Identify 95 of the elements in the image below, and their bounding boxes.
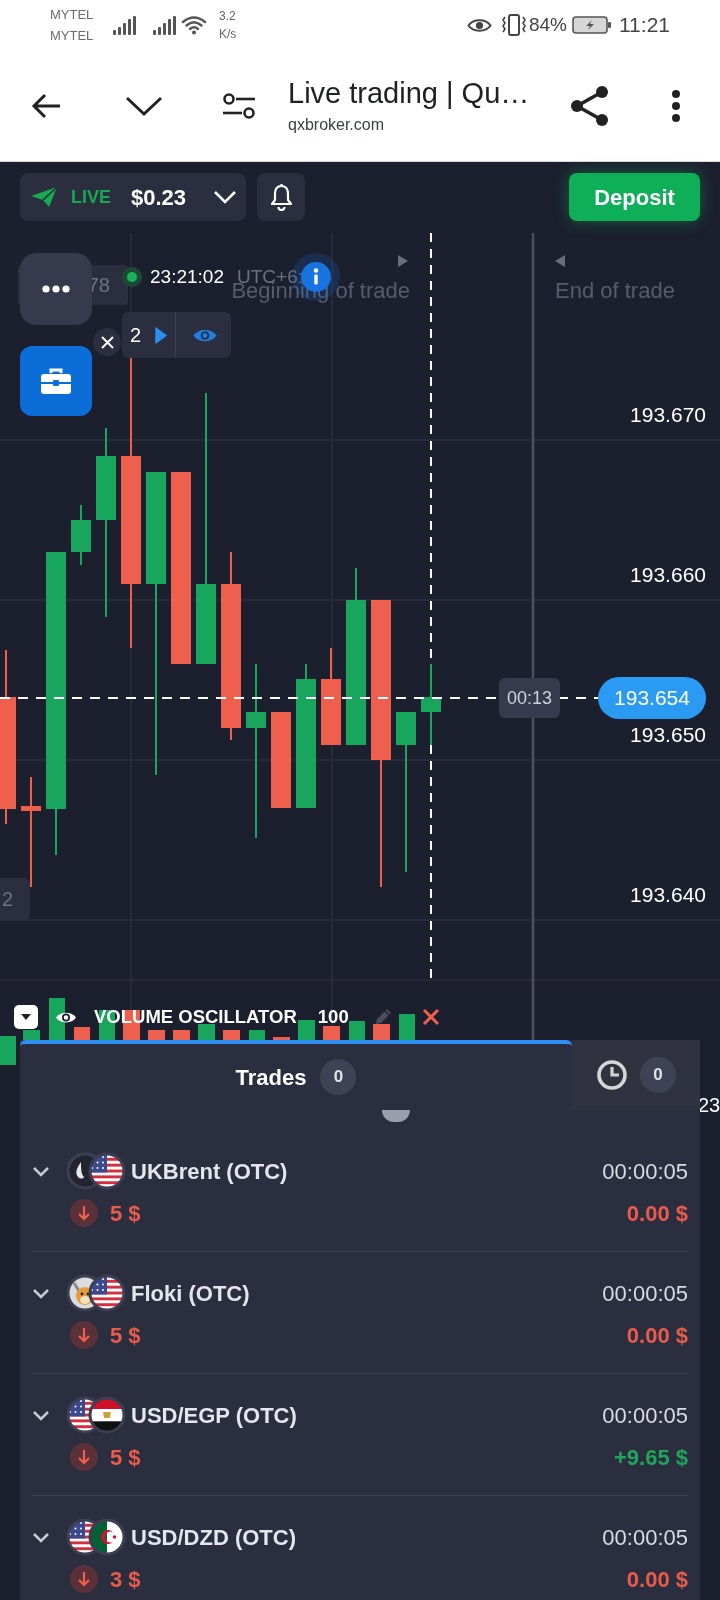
dropdown-icon[interactable] <box>14 1005 38 1029</box>
wifi-icon <box>181 15 207 35</box>
count-badge: 0 <box>640 1057 676 1093</box>
more-button[interactable] <box>20 253 92 325</box>
volume-bar <box>173 1030 190 1040</box>
chevron-down-icon <box>213 190 237 204</box>
speed-unit: K/s <box>219 26 237 43</box>
trade-amount: 5 $ <box>110 1199 141 1228</box>
close-badge[interactable] <box>93 328 121 356</box>
page-title: Live trading | Qu… <box>288 75 531 110</box>
volume-bar <box>273 1037 290 1040</box>
volume-bar <box>198 1024 215 1040</box>
marker-label: End of trade <box>555 278 675 304</box>
trade-amount: 3 $ <box>110 1565 141 1594</box>
price-label: 193.650 <box>630 722 706 748</box>
volume-bar <box>249 1030 265 1040</box>
share-icon[interactable] <box>570 84 610 127</box>
countdown-label: 00:13 <box>499 678 560 718</box>
chevron-down-icon[interactable] <box>32 1287 50 1299</box>
carrier-name: MYTEL <box>50 6 95 24</box>
status-dot-icon <box>122 267 142 287</box>
eye-icon <box>466 16 492 34</box>
trade-profit: 0.00 $ <box>626 1565 688 1594</box>
volume-bar <box>349 1021 365 1040</box>
count-badge: 0 <box>320 1059 357 1095</box>
trade-timer: 00:00:05 <box>602 1523 688 1552</box>
account-mode: LIVE <box>71 185 111 209</box>
chevron-down-icon[interactable] <box>32 1409 50 1421</box>
battery-icon <box>572 15 612 35</box>
algeria-flag-icon <box>88 1518 126 1556</box>
portfolio-button[interactable] <box>20 346 92 416</box>
server-time: 23:21:02 <box>150 265 224 289</box>
more-icon <box>42 285 70 293</box>
close-icon <box>100 335 114 349</box>
volume-bar <box>323 1026 340 1040</box>
egypt-flag-icon <box>88 1396 126 1434</box>
price-label: 193.670 <box>630 402 706 428</box>
volume-bar <box>49 998 65 1040</box>
volume-bar <box>399 1014 415 1040</box>
vibrate-icon <box>500 13 527 37</box>
bell-icon <box>268 183 294 211</box>
carrier-name: MYTEL <box>50 27 95 45</box>
signal-icon <box>112 15 136 35</box>
price-label: 193.640 <box>630 882 706 908</box>
asset-name: Floki (OTC) <box>131 1279 250 1308</box>
counter-value: 2 <box>130 323 142 348</box>
edge-label: 2 <box>0 878 30 920</box>
volume-bar <box>74 1027 90 1040</box>
volume-bar <box>373 1024 390 1040</box>
triangle-icon <box>398 255 408 267</box>
page-url: qxbroker.com <box>288 114 386 135</box>
asset-name: USD/EGP (OTC) <box>131 1401 297 1430</box>
clock-icon <box>596 1059 628 1091</box>
trade-timer: 00:00:05 <box>602 1279 688 1308</box>
battery-level: 84% <box>528 12 567 37</box>
account-selector[interactable]: LIVE $0.23 <box>20 173 246 221</box>
volume-bar <box>23 1030 40 1040</box>
sliders-icon[interactable] <box>222 90 256 121</box>
drag-handle[interactable] <box>382 1110 410 1122</box>
candle <box>71 504 91 566</box>
indicator-period: 100 <box>317 1010 349 1024</box>
play-icon[interactable] <box>155 326 168 344</box>
current-price-tag: 193.654 <box>598 677 706 719</box>
trade-timer: 00:00:05 <box>602 1157 688 1186</box>
volume-bar <box>298 1020 315 1040</box>
trade-timer: 00:00:05 <box>602 1401 688 1430</box>
asset-name: USD/DZD (OTC) <box>131 1523 296 1552</box>
back-icon[interactable] <box>30 91 62 120</box>
network-speed: 3.2 <box>219 8 237 25</box>
briefcase-icon <box>40 367 72 395</box>
notifications-button[interactable] <box>257 173 305 221</box>
chevron-down-icon[interactable] <box>32 1531 50 1543</box>
volume-bar <box>148 1030 165 1040</box>
trades-tab[interactable]: Trades 0 <box>20 1040 572 1110</box>
us-flag-icon <box>88 1274 126 1312</box>
trade-profit: +9.65 $ <box>614 1443 688 1472</box>
balance-amount: $0.23 <box>131 183 187 212</box>
signal-icon <box>152 15 176 35</box>
asset-name: UKBrent (OTC) <box>131 1157 288 1186</box>
volume-bar <box>223 1030 240 1040</box>
us-flag-icon <box>88 1152 126 1190</box>
paper-plane-icon <box>30 185 58 209</box>
trade-profit: 0.00 $ <box>626 1321 688 1350</box>
axis-label: 23 <box>698 1093 720 1117</box>
close-icon[interactable] <box>421 1008 440 1026</box>
chevron-down-icon[interactable] <box>125 94 163 117</box>
triangle-icon <box>555 255 565 267</box>
chevron-down-icon[interactable] <box>32 1165 50 1177</box>
trade-amount: 5 $ <box>110 1321 141 1350</box>
trade-profit: 0.00 $ <box>626 1199 688 1228</box>
clock-time: 11:21 <box>619 12 670 39</box>
more-vertical-icon[interactable] <box>671 88 681 123</box>
volume-bar <box>0 1036 16 1065</box>
trade-amount: 5 $ <box>110 1443 141 1472</box>
price-label: 193.660 <box>630 562 706 588</box>
